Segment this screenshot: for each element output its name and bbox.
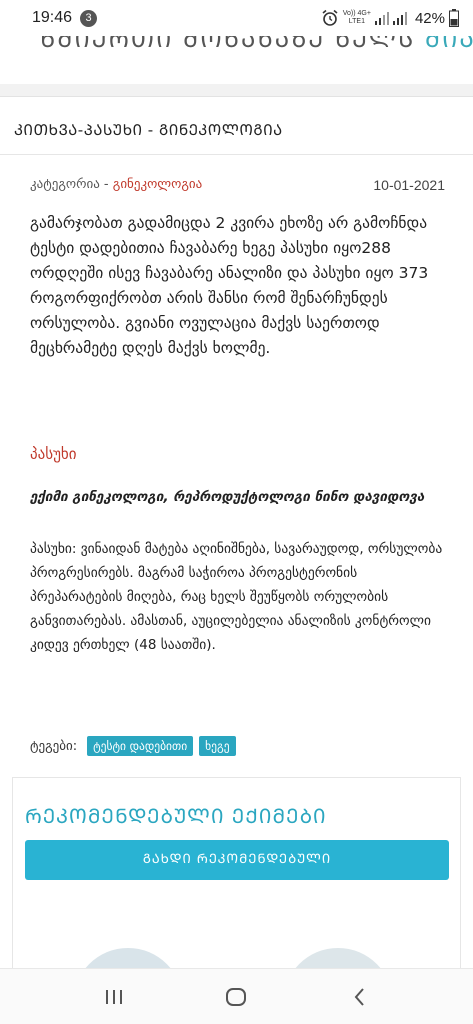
meta-row: კატეგორია - გინეკოლოგია 10-01-2021 [30, 177, 445, 197]
qa-card: ᲙᲘᲗᲮᲕᲐ-ᲞᲐᲡᲣᲮᲘ - ᲒᲘᲜᲔᲙᲝᲚᲝᲒᲘᲐ კატეგორია - … [0, 96, 473, 1024]
make-recommended-button[interactable]: ᲒᲐᲮᲓᲘ ᲠᲔᲙᲝᲛᲔᲜᲓᲔᲑᲣᲚᲘ [25, 840, 449, 880]
tag-item[interactable]: ტესტი დადებითი [87, 736, 194, 756]
answer-text: პასუხი: ვინაიდან მატება აღინიშნება, სავა… [30, 541, 443, 653]
status-time: 19:46 [32, 9, 73, 26]
qa-card-title: ᲙᲘᲗᲮᲕᲐ-ᲞᲐᲡᲣᲮᲘ - ᲒᲘᲜᲔᲙᲝᲚᲝᲒᲘᲐ [14, 121, 283, 139]
signal-icon-2 [392, 12, 407, 25]
category-separator: - [99, 177, 113, 192]
back-icon[interactable] [348, 985, 372, 1009]
tags-row: ტეგები: ტესტი დადებითი ხეგე [30, 735, 236, 757]
answer-label: პასუხი [30, 445, 77, 463]
status-icons: Vo)) 4G+ LTE1 42% [321, 6, 459, 30]
recommended-doctors-section: ᲠᲔᲙᲝᲛᲔᲜᲓᲔᲑᲣᲚᲘ ᲔᲥᲘᲛᲔᲑᲘ ᲒᲐᲮᲓᲘ ᲠᲔᲙᲝᲛᲔᲜᲓᲔᲑᲣᲚ… [12, 777, 461, 1024]
network-bottom-label: LTE1 [348, 18, 365, 25]
tags-label: ტეგები: [30, 738, 78, 754]
section-divider [0, 84, 473, 96]
recent-apps-icon[interactable] [102, 985, 126, 1009]
category-label: კატეგორია [30, 177, 100, 192]
previous-card-text-accent: ᲛᲘᲐᲙᲐ [424, 36, 473, 53]
system-nav-bar [0, 968, 473, 1024]
question-text: გამარჯობათ გადამიცდა 2 კვირა ეხოზე არ გა… [30, 214, 429, 357]
question-date: 10-01-2021 [373, 177, 445, 193]
recommended-doctors-title: ᲠᲔᲙᲝᲛᲔᲜᲓᲔᲑᲣᲚᲘ ᲔᲥᲘᲛᲔᲑᲘ [25, 804, 327, 828]
doctor-name: ექიმი გინეკოლოგი, რეპროდუქტოლოგი ნინო და… [30, 489, 425, 505]
notification-badge: 3 [80, 10, 97, 27]
tag-item[interactable]: ხეგე [199, 736, 236, 756]
category-link[interactable]: გინეკოლოგია [113, 177, 202, 192]
qa-card-header: ᲙᲘᲗᲮᲕᲐ-ᲞᲐᲡᲣᲮᲘ - ᲒᲘᲜᲔᲙᲝᲚᲝᲒᲘᲐ [0, 97, 473, 155]
home-icon[interactable] [224, 985, 248, 1009]
previous-card-text: ᲬᲛᲘᲔᲠᲗᲘ ᲛᲝᲜᲐᲮᲐᲖᲔ ᲮᲔᲚᲡ ᲛᲘᲐᲙᲐ [40, 36, 473, 55]
status-bar: 19:46 3 Vo)) 4G+ LTE1 42% [0, 0, 473, 36]
battery-icon [449, 9, 459, 27]
alarm-icon [322, 9, 338, 26]
network-indicator: Vo)) 4G+ LTE1 [343, 10, 371, 26]
previous-card-text-main: ᲬᲛᲘᲔᲠᲗᲘ ᲛᲝᲜᲐᲮᲐᲖᲔ ᲮᲔᲚᲡ [40, 36, 416, 53]
previous-card-partial: ᲬᲛᲘᲔᲠᲗᲘ ᲛᲝᲜᲐᲮᲐᲖᲔ ᲮᲔᲚᲡ ᲛᲘᲐᲙᲐ [0, 36, 473, 84]
battery-percent: 42% [414, 9, 445, 27]
signal-icon [374, 12, 389, 25]
network-top-label: Vo)) 4G+ [342, 10, 371, 17]
